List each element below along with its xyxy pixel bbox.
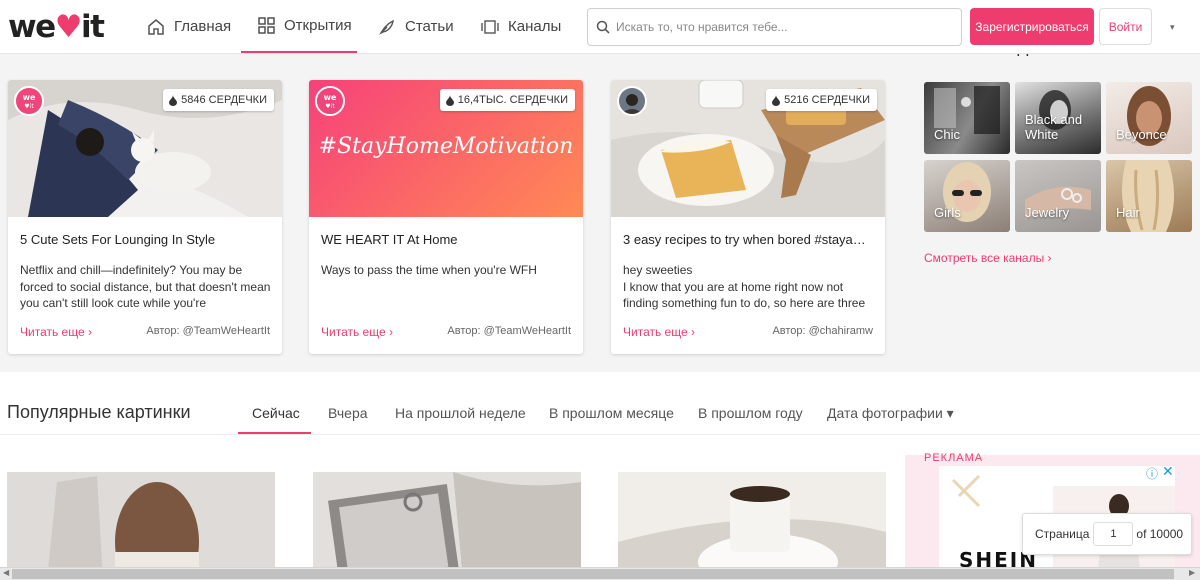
nav-articles[interactable]: Статьи (378, 0, 454, 53)
popular-section-title: Популярные картинки (7, 402, 191, 422)
nav-discover[interactable]: Открытия (241, 0, 357, 53)
author-avatar[interactable]: we ♥it (315, 86, 345, 116)
read-more-link[interactable]: Читать еще › (321, 325, 393, 339)
read-more-link[interactable]: Читать еще › (20, 325, 92, 339)
article-card[interactable]: 5216 СЕРДЕЧКИ 3 easy recipes to try when… (611, 80, 885, 354)
nav-channels-label: Каналы (508, 18, 562, 35)
author-avatar[interactable]: we ♥it (14, 86, 44, 116)
active-tab-indicator (238, 432, 311, 434)
hearts-count-badge: 5216 СЕРДЕЧКИ (766, 89, 877, 111)
tab-photo-date-dropdown[interactable]: Дата фотографии ▾ (827, 405, 954, 422)
channel-label: Chic (934, 127, 961, 142)
channel-tile-hair[interactable]: Hair (1106, 160, 1192, 232)
page-number-input[interactable] (1093, 522, 1134, 546)
search-icon (596, 20, 610, 34)
nav-channels[interactable]: Каналы (481, 0, 561, 53)
article-excerpt: Ways to pass the time when you're WFH (321, 263, 537, 277)
logo-heart-icon: ♥ (54, 9, 83, 45)
article-image[interactable]: 5216 СЕРДЕЧКИ (611, 80, 885, 217)
grid-icon (258, 17, 275, 34)
tab-last-year[interactable]: В прошлом году (698, 405, 803, 421)
hearts-count-badge: 5846 СЕРДЕЧКИ (163, 89, 274, 111)
tabs-divider (0, 434, 1200, 435)
channel-label: Beyonce (1116, 127, 1167, 142)
ad-label: РЕКЛАМА (924, 452, 984, 464)
page-total: of 10000 (1136, 527, 1184, 541)
banner-hashtag-text: #StayHomeMotivation (318, 134, 574, 159)
drop-icon (445, 94, 454, 106)
channel-label: Jewelry (1025, 205, 1070, 220)
scroll-right-arrow-icon[interactable]: ▶ (1189, 568, 1195, 577)
register-button[interactable]: Зарегистрироваться (970, 8, 1094, 45)
svg-text:we: we (324, 93, 337, 102)
article-card[interactable]: we ♥it 5846 СЕРДЕЧКИ 5 Cute Sets For Loun… (8, 80, 282, 354)
hearts-count: 5846 СЕРДЕЧКИ (181, 94, 267, 106)
channels-icon (481, 19, 499, 34)
see-all-channels-link[interactable]: Смотреть все каналы › (924, 251, 1052, 265)
channel-label: Hair (1116, 205, 1140, 220)
channel-label: Girls (934, 205, 961, 220)
read-more-link[interactable]: Читать еще › (623, 325, 695, 339)
tab-now[interactable]: Сейчас (252, 405, 300, 421)
article-author[interactable]: Автор: @TeamWeHeartIt (447, 325, 571, 337)
channel-tile-jewelry[interactable]: Jewelry (1015, 160, 1101, 232)
article-image[interactable]: #StayHomeMotivation we ♥it 16,4ТЫС. СЕРДЕ… (309, 80, 583, 217)
channel-label: Black and White (1025, 112, 1083, 142)
search-box (587, 8, 962, 46)
tab-last-month[interactable]: В прошлом месяце (549, 405, 674, 421)
pagination: Страница of 10000 (1022, 513, 1192, 555)
weheartit-logo[interactable]: we♥it (8, 9, 105, 45)
login-button[interactable]: Войти (1099, 8, 1152, 45)
hearts-count: 16,4ТЫС. СЕРДЕЧКИ (457, 94, 568, 106)
article-image[interactable]: we ♥it 5846 СЕРДЕЧКИ (8, 80, 282, 217)
svg-text:♥it: ♥it (24, 103, 34, 110)
nav-discover-label: Открытия (284, 17, 352, 34)
article-card[interactable]: #StayHomeMotivation we ♥it 16,4ТЫС. СЕРДЕ… (309, 80, 583, 354)
nav-home[interactable]: Главная (147, 0, 231, 53)
channel-tile-black-and-white[interactable]: Black and White (1015, 82, 1101, 154)
tab-yesterday[interactable]: Вчера (328, 405, 368, 421)
channel-tile-girls[interactable]: Girls (924, 160, 1010, 232)
search-input[interactable] (616, 20, 946, 34)
nav-articles-label: Статьи (405, 18, 454, 35)
svg-text:we: we (23, 93, 36, 102)
popular-image[interactable] (313, 472, 581, 580)
account-menu-caret-icon[interactable]: ▾ (1170, 22, 1175, 33)
scroll-left-arrow-icon[interactable]: ◀ (3, 568, 9, 577)
popular-image[interactable] (7, 472, 275, 580)
article-excerpt: hey sweeties I know that you are at home… (623, 263, 866, 310)
svg-text:♥it: ♥it (325, 103, 335, 110)
nav-home-label: Главная (174, 18, 232, 35)
top-header: we♥it Главная Открытия Статьи Каналы Зар… (0, 0, 1200, 54)
tab-last-week[interactable]: На прошлой неделе (395, 405, 526, 421)
scrollbar-thumb[interactable] (12, 569, 1174, 579)
popular-image[interactable] (618, 472, 886, 580)
article-title[interactable]: 5 Cute Sets For Lounging In Style (20, 232, 272, 247)
article-author[interactable]: Автор: @TeamWeHeartIt (146, 325, 270, 337)
hearts-count: 5216 СЕРДЕЧКИ (784, 94, 870, 106)
logo-text-we: we (8, 9, 56, 45)
drop-icon (772, 94, 781, 106)
drop-icon (169, 94, 178, 106)
horizontal-scrollbar[interactable]: ◀ ▶ (0, 567, 1200, 580)
ad-close-icon[interactable]: ✕ (1162, 463, 1174, 480)
home-icon (148, 18, 164, 35)
author-avatar[interactable] (617, 86, 647, 116)
article-title[interactable]: 3 easy recipes to try when bored #staya… (623, 232, 875, 247)
article-title[interactable]: WE HEART IT At Home (321, 232, 573, 247)
article-author[interactable]: Автор: @chahiramw (772, 325, 873, 337)
page-label: Страница (1035, 527, 1090, 541)
channel-tile-beyonce[interactable]: Beyonce (1106, 82, 1192, 154)
hearts-count-badge: 16,4ТЫС. СЕРДЕЧКИ (439, 89, 575, 111)
ad-info-icon[interactable]: ⓘ (1146, 465, 1158, 482)
channel-tile-chic[interactable]: Chic (924, 82, 1010, 154)
article-excerpt: Netflix and chill—indefinitely? You may … (20, 263, 271, 310)
logo-text-it: it (80, 9, 105, 45)
feather-icon (379, 19, 394, 35)
